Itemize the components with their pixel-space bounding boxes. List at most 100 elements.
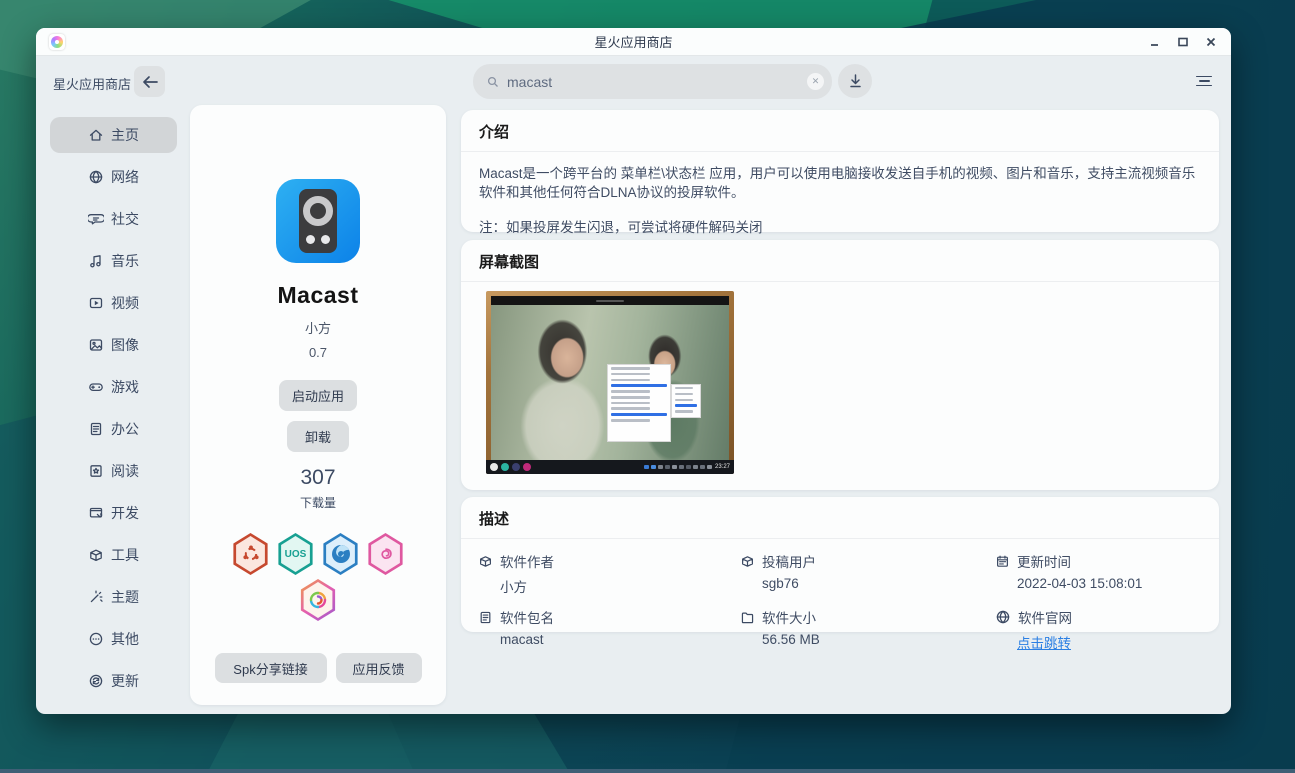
hamburger-menu-icon[interactable] (1188, 66, 1220, 96)
debian-distro-badge (367, 533, 405, 575)
sidebar-item-other[interactable]: 其他 (50, 621, 177, 657)
package-icon (478, 554, 493, 569)
intro-title: 介绍 (461, 110, 1219, 151)
sidebar-item-label: 主页 (111, 125, 139, 145)
sidebar-item-tools[interactable]: 工具 (50, 537, 177, 573)
detail-item: 更新时间 2022-04-03 15:08:01 (995, 551, 1202, 596)
package-icon (740, 554, 755, 569)
folder-icon (740, 610, 755, 625)
game-icon (88, 379, 104, 395)
desktop-wallpaper: 星火应用商店 星火应用商店 ✕ (0, 0, 1295, 773)
globe-icon (88, 169, 104, 185)
thumb-taskbar: 23:27 (486, 460, 734, 474)
sidebar-item-label: 图像 (111, 335, 139, 355)
sidebar-item-theme[interactable]: 主题 (50, 579, 177, 615)
theme-icon (88, 589, 104, 605)
update-icon (88, 673, 104, 689)
sidebar-item-label: 更新 (111, 671, 139, 691)
globe-icon (995, 609, 1011, 625)
detail-label: 软件大小 (762, 607, 816, 627)
develop-icon (88, 505, 104, 521)
app-feedback-button[interactable]: 应用反馈 (336, 653, 422, 683)
distro-badges: UOS (232, 533, 405, 621)
description-title: 描述 (461, 497, 1219, 538)
screenshot-thumbnail[interactable]: 23:27 (486, 291, 734, 474)
uos-distro-badge: UOS (277, 533, 315, 575)
thumb-context-menu (607, 364, 671, 442)
spark-distro-badge (299, 579, 337, 621)
thumb-player-window (491, 296, 729, 460)
website-link[interactable]: 点击跳转 (1017, 632, 1202, 652)
sidebar-item-label: 开发 (111, 503, 139, 523)
download-icon (848, 73, 863, 89)
download-count: 307 (300, 466, 335, 490)
detail-item: 软件大小 56.56 MB (740, 607, 995, 652)
detail-item: 软件作者小方 (478, 551, 740, 596)
thumb-player-titlebar (491, 296, 729, 305)
sidebar-item-video[interactable]: 视频 (50, 285, 177, 321)
music-icon (88, 253, 104, 269)
sidebar-item-label: 音乐 (111, 251, 139, 271)
detail-value: 2022-04-03 15:08:01 (1017, 576, 1202, 591)
detail-item: 软件官网点击跳转 (995, 607, 1202, 652)
uninstall-button[interactable]: 卸载 (287, 421, 349, 452)
sidebar-item-globe[interactable]: 网络 (50, 159, 177, 195)
sidebar-item-label: 其他 (111, 629, 139, 649)
intro-card: 介绍 Macast是一个跨平台的 菜单栏\状态栏 应用，用户可以使用电脑接收发送… (461, 110, 1219, 232)
sidebar-item-chat[interactable]: 社交 (50, 201, 177, 237)
app-info-panel: Macast 小方 0.7 启动应用 卸载 307 下载量 UOS Spk分享链… (190, 105, 446, 705)
detail-label: 投稿用户 (762, 551, 816, 571)
deepin-distro-badge (322, 533, 360, 575)
sidebar-item-label: 游戏 (111, 377, 139, 397)
sidebar-item-label: 网络 (111, 167, 139, 187)
maximize-button[interactable] (1171, 30, 1195, 54)
clear-search-icon[interactable]: ✕ (807, 73, 824, 90)
app-name: Macast (278, 282, 359, 309)
search-bar[interactable]: ✕ (473, 64, 832, 99)
app-author: 小方 (305, 318, 331, 337)
back-button[interactable] (134, 66, 165, 97)
sidebar-item-develop[interactable]: 开发 (50, 495, 177, 531)
detail-value: 小方 (500, 576, 740, 596)
spk-share-link-button[interactable]: Spk分享链接 (215, 653, 327, 683)
screenshots-card: 屏幕截图 23:27 (461, 240, 1219, 490)
sidebar-item-game[interactable]: 游戏 (50, 369, 177, 405)
app-store-window: 星火应用商店 星火应用商店 ✕ (36, 28, 1231, 714)
titlebar[interactable]: 星火应用商店 (36, 28, 1231, 56)
sidebar-item-image[interactable]: 图像 (50, 327, 177, 363)
sidebar-item-home[interactable]: 主页 (50, 117, 177, 153)
document-icon (478, 610, 493, 625)
sidebar-item-read[interactable]: 阅读 (50, 453, 177, 489)
sidebar-item-update[interactable]: 更新 (50, 663, 177, 699)
calendar-icon (995, 554, 1010, 569)
detail-label: 软件作者 (500, 551, 554, 571)
detail-value: sgb76 (762, 576, 995, 591)
description-card: 描述 软件作者小方 投稿用户 sgb76 更新时间 2022-04-03 15:08:0… (461, 497, 1219, 632)
sidebar-item-label: 主题 (111, 587, 139, 607)
sidebar-item-music[interactable]: 音乐 (50, 243, 177, 279)
sidebar-item-label: 阅读 (111, 461, 139, 481)
thumb-context-submenu (671, 384, 701, 418)
launch-app-button[interactable]: 启动应用 (279, 380, 357, 411)
video-icon (88, 295, 104, 311)
home-icon (88, 127, 104, 143)
read-icon (88, 463, 104, 479)
close-button[interactable] (1199, 30, 1223, 54)
download-count-label: 下载量 (300, 494, 336, 511)
sidebar-item-office[interactable]: 办公 (50, 411, 177, 447)
minimize-button[interactable] (1143, 30, 1167, 54)
search-input[interactable] (507, 74, 807, 90)
intro-paragraph: Macast是一个跨平台的 菜单栏\状态栏 应用，用户可以使用电脑接收发送自手机… (461, 152, 1219, 202)
detail-item: 投稿用户 sgb76 (740, 551, 995, 596)
sidebar-item-label: 办公 (111, 419, 139, 439)
download-manager-button[interactable] (838, 64, 872, 98)
description-grid: 软件作者小方 投稿用户 sgb76 更新时间 2022-04-03 15:08:01 软件… (461, 539, 1219, 652)
intro-note: 注：如果投屏发生闪退，可尝试将硬件解码关闭 (461, 202, 1219, 236)
screen-bottom-edge (0, 769, 1295, 773)
detail-value: 56.56 MB (762, 632, 995, 647)
detail-label: 软件官网 (1018, 607, 1072, 627)
detail-label: 更新时间 (1017, 551, 1071, 571)
spark-store-logo-icon (49, 34, 65, 50)
app-version: 0.7 (309, 345, 327, 360)
sidebar-item-label: 社交 (111, 209, 139, 229)
